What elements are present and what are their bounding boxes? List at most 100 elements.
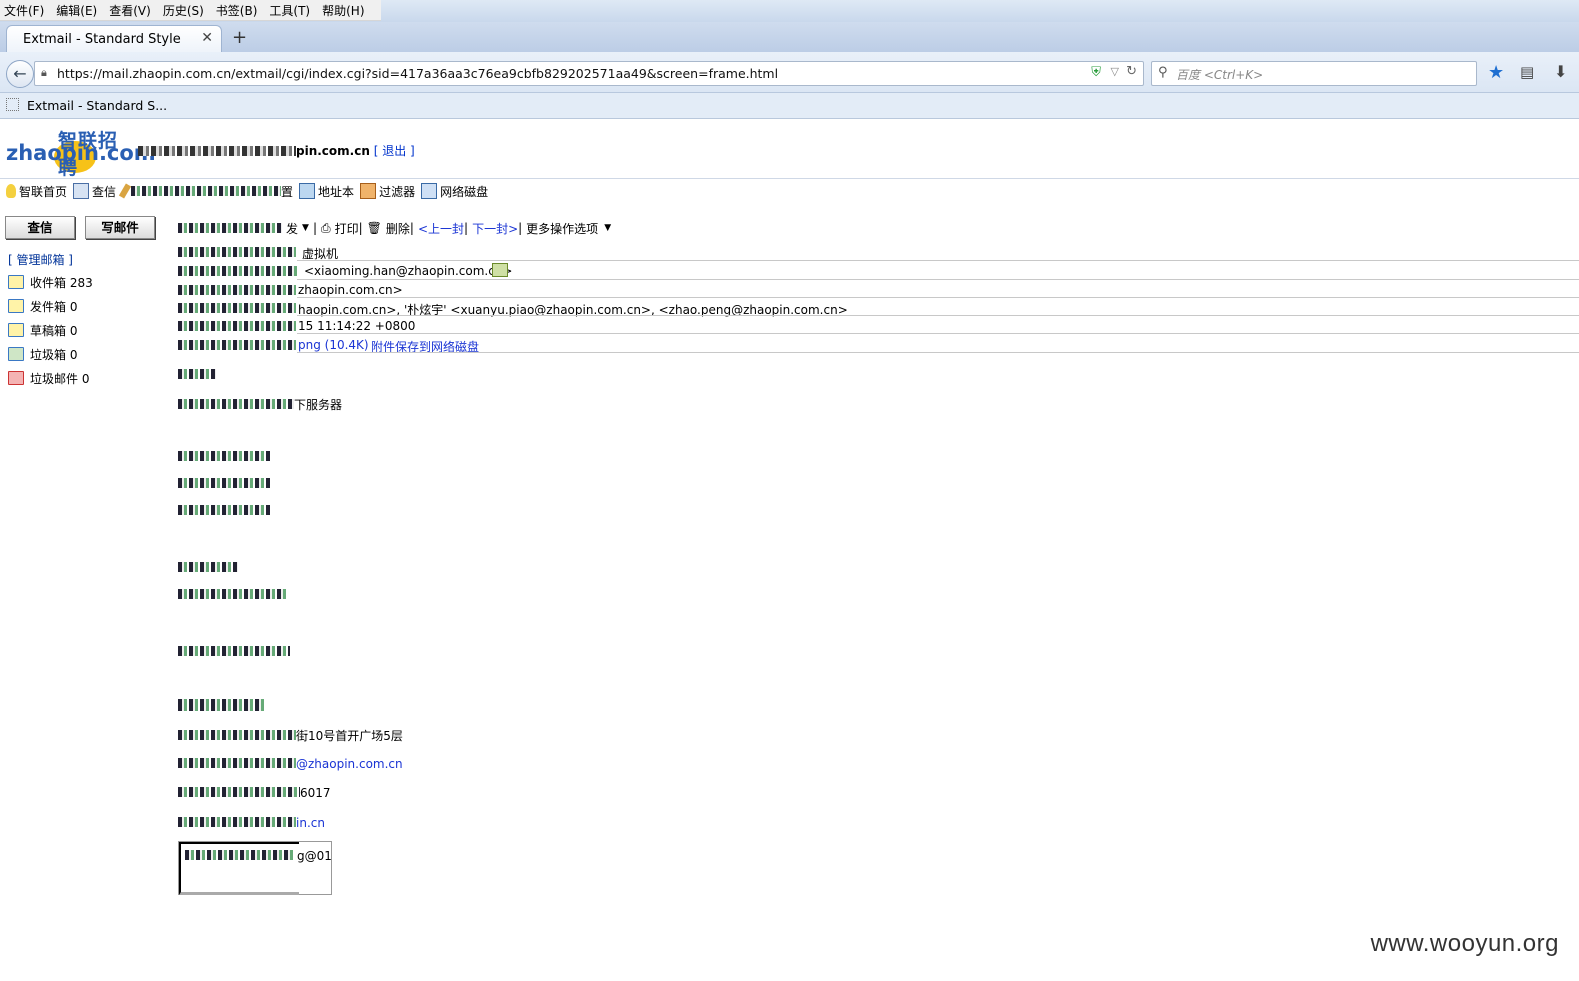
netdisk-icon [421,183,438,199]
bulb-icon [6,184,16,198]
attachment-link[interactable]: png (10.4K) [298,338,369,352]
spam-icon [8,371,24,385]
folder-inbox[interactable]: 收件箱 283 [8,270,93,294]
bookmark-star-icon[interactable]: ★ [1488,62,1504,83]
trash-icon [8,347,24,361]
close-tab-icon[interactable]: ✕ [201,30,213,46]
from-row: <xiaoming.han@zhaopin.com.cn> [178,262,1568,280]
addressbook-icon [299,183,316,199]
folder-list: 收件箱 283 发件箱 0 草稿箱 0 垃圾箱 0 垃圾邮件 0 [8,270,93,390]
logo-en: zhaopin.com [6,141,156,165]
dropdown-icon[interactable]: ▽ [1111,65,1119,78]
prev-mail-link[interactable]: <上一封 [418,220,464,237]
bookmark-item[interactable]: Extmail - Standard S... [6,98,167,113]
redacted-date [178,321,296,331]
menu-bookmarks[interactable]: 书签(B) [216,2,258,19]
delete-button[interactable]: 删除 [386,220,410,237]
compose-button[interactable]: 写邮件 [85,216,155,239]
bookmarks-bar: Extmail - Standard S... [0,93,1579,119]
signature-image-box: g@01 [178,841,332,895]
shield-icon[interactable]: ⛨ [1091,65,1101,80]
pencil-icon [118,183,132,199]
download-icon[interactable]: ⬇ [1554,62,1567,81]
home-link[interactable]: 智联首页 [6,183,67,200]
forward-button[interactable]: 发 [286,220,298,237]
tab-title: Extmail - Standard Style [23,32,181,47]
subject-row: 虚拟机 [178,243,1568,261]
search-box[interactable]: ⚲ 百度 <Ctrl+K> [1151,61,1477,86]
sig-address: 街10号首开广场5层 [178,727,403,744]
search-placeholder: 百度 <Ctrl+K> [1176,68,1264,82]
more-dropdown-icon[interactable]: ▼ [604,223,611,233]
folder-spam[interactable]: 垃圾邮件 0 [8,366,93,390]
bookmarks-menu-icon[interactable]: ▤ [1520,63,1534,81]
page-icon [6,98,19,111]
redacted-actions [178,223,282,233]
redacted-to [178,285,296,295]
redacted-attachment [178,340,296,350]
divider [297,260,1579,261]
account-line: pin.com.cn [ 退出 ] [138,142,415,159]
drafts-icon [8,323,24,337]
filter-icon [360,183,377,199]
body-ip-2 [178,477,270,491]
check-mail-link[interactable]: 查信 [73,183,116,200]
redacted-subject [178,247,296,257]
forward-dropdown-icon[interactable]: ▼ [302,223,309,233]
body-line-servers: 下服务器 [178,396,342,413]
nav-bar: ← 🔒︎ https://mail.zhaopin.com.cn/extmail… [0,52,1579,93]
folder-sent[interactable]: 发件箱 0 [8,294,93,318]
divider [297,297,1579,298]
menu-edit[interactable]: 编辑(E) [56,2,97,19]
watermark: www.wooyun.org [1370,930,1559,957]
menu-tools[interactable]: 工具(T) [269,2,310,19]
bookmark-label: Extmail - Standard S... [27,98,168,113]
menu-bar: 文件(F) 编辑(E) 查看(V) 历史(S) 书签(B) 工具(T) 帮助(H… [0,0,1579,22]
url-text[interactable]: https://mail.zhaopin.com.cn/extmail/cgi/… [57,66,778,81]
menu-items: 文件(F) 编辑(E) 查看(V) 历史(S) 书签(B) 工具(T) 帮助(H… [0,0,381,21]
check-mail-button[interactable]: 查信 [5,216,75,239]
back-arrow-icon[interactable]: ← [6,60,34,88]
lock-icon: 🔒︎ [41,66,47,79]
image-alt-text: g@01 [297,849,332,863]
redacted-area [131,186,282,196]
menu-history[interactable]: 历史(S) [163,2,204,19]
print-button[interactable]: 打印 [335,220,359,237]
menu-file[interactable]: 文件(F) [4,2,44,19]
new-tab-icon[interactable]: + [232,27,247,48]
printer-icon: ⎙ [320,220,331,235]
add-contact-icon[interactable] [492,263,508,277]
logout-link[interactable]: [ 退出 ] [374,144,415,158]
sig-email: @zhaopin.com.cn [178,757,403,771]
divider [0,178,1579,179]
search-icon: ⚲ [1158,65,1168,80]
folder-trash[interactable]: 垃圾箱 0 [8,342,93,366]
netdisk-link[interactable]: 网络磁盘 [421,183,488,200]
more-actions[interactable]: 更多操作选项 [526,220,598,237]
body-line-6 [178,645,290,659]
redacted-image-text [185,850,295,860]
logo[interactable]: 智联招聘 zhaopin.com [6,126,156,179]
divider [297,279,1579,280]
account-redacted [138,146,296,156]
to-address: zhaopin.com.cn> [298,283,403,297]
body-greeting [178,368,216,382]
browser-tab[interactable]: Extmail - Standard Style ✕ [6,25,222,53]
manage-mailbox-link[interactable]: [ 管理邮箱 ] [8,251,73,268]
url-bar[interactable]: 🔒︎ https://mail.zhaopin.com.cn/extmail/c… [34,61,1144,86]
addressbook-link[interactable]: 地址本 [299,183,354,200]
sig-phone: 6017 [178,786,331,800]
filter-link[interactable]: 过滤器 [360,183,415,200]
redacted-from [178,266,298,276]
divider [297,352,1579,353]
menu-help[interactable]: 帮助(H) [322,2,364,19]
delete-icon: 🗑︎ [366,221,382,235]
menu-view[interactable]: 查看(V) [109,2,151,19]
folder-drafts[interactable]: 草稿箱 0 [8,318,93,342]
next-mail-link[interactable]: 下一封> [472,220,518,237]
divider [297,315,1579,316]
account-suffix: pin.com.cn [296,144,370,158]
divider [297,333,1579,334]
redacted-links[interactable]: 置 [118,183,293,200]
reload-icon[interactable]: ↻ [1126,64,1137,79]
